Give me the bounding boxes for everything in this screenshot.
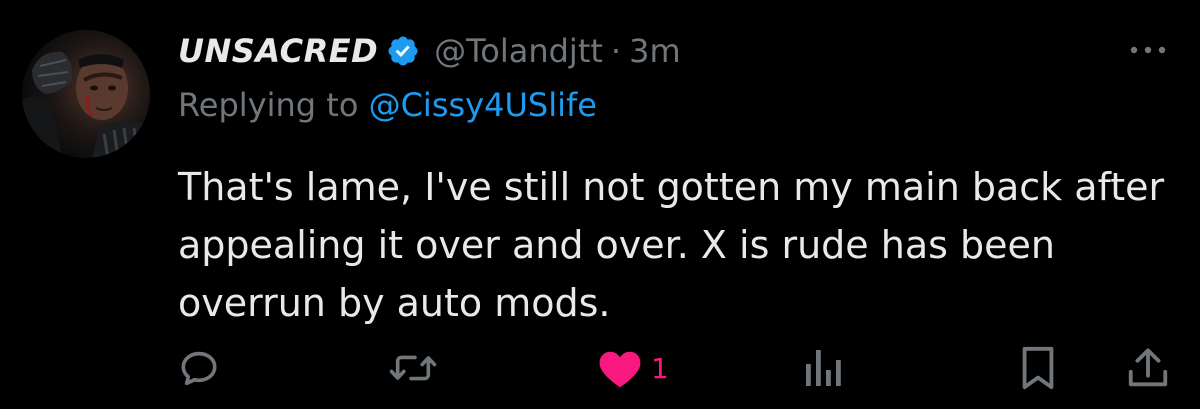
reply-button[interactable] [176,344,222,392]
more-dots-icon[interactable] [1126,38,1170,62]
bar-chart-icon [806,350,841,386]
like-button[interactable]: 1 [597,344,669,392]
avatar-image [22,51,150,158]
reply-target-handle[interactable]: @Cissy4USlife [369,86,597,124]
share-upload-icon [1128,348,1168,387]
tweet-card[interactable]: UNSACRED @Tolandjtt · 3m Replying to @Ci… [0,0,1200,409]
comment-bubble-icon [181,351,217,386]
bookmark-icon [1022,346,1054,390]
views-button[interactable] [804,344,844,392]
heart-filled-icon [599,351,641,388]
replying-to-line: Replying to @Cissy4USlife [178,86,597,124]
verified-badge-icon[interactable] [386,34,420,68]
author-display-name[interactable]: UNSACRED [178,32,378,70]
tweet-header: UNSACRED @Tolandjtt · 3m [178,26,681,76]
retweet-arrows-icon [389,355,437,381]
separator-dot: · [610,32,622,70]
timestamp[interactable]: 3m [629,32,681,70]
tweet-actions-bar: 1 [0,340,1200,396]
tweet-body-text: That's lame, I've still not gotten my ma… [178,165,1165,325]
retweet-button[interactable] [388,344,438,392]
like-count: 1 [651,351,669,385]
avatar[interactable] [22,30,150,158]
share-button[interactable] [1126,344,1170,392]
bookmark-button[interactable] [1018,344,1058,392]
author-handle[interactable]: @Tolandjtt [434,32,603,70]
replying-to-label: Replying to [178,86,359,124]
